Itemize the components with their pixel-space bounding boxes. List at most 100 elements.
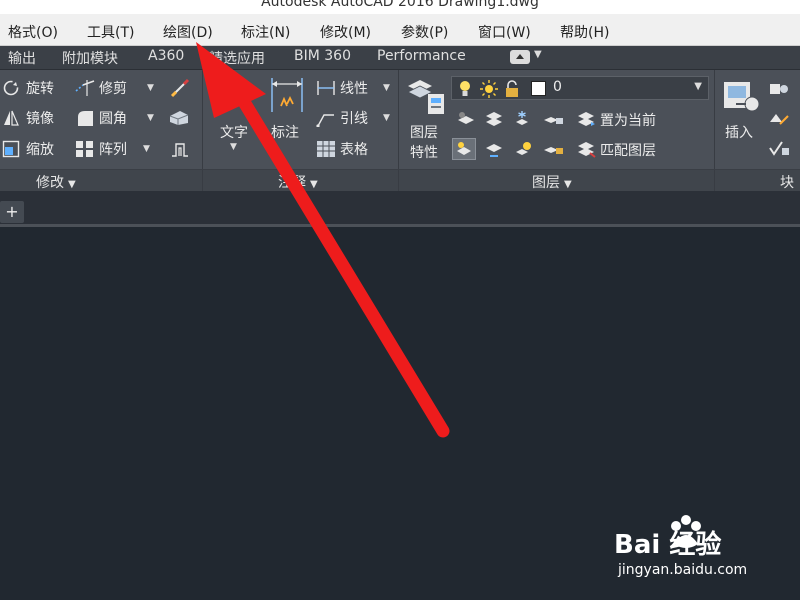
erase-brush-icon[interactable] (170, 78, 190, 98)
panel-separator (202, 170, 203, 192)
modify-panel-title[interactable]: 修改 ▼ (36, 172, 76, 192)
text-tool-label[interactable]: 文字 (220, 122, 248, 142)
chevron-down-icon: ▼ (68, 179, 76, 190)
lightbulb-icon (458, 80, 476, 98)
table-icon (316, 140, 335, 158)
window-title: Autodesk AutoCAD 2016 Drawing1.dwg (261, 0, 539, 10)
annotation-panel-title[interactable]: 注释 ▼ (278, 172, 318, 192)
edit-block-icon[interactable] (768, 110, 789, 128)
layer-walk-icon[interactable] (484, 140, 502, 158)
tab-addins[interactable]: 附加模块 (62, 48, 118, 68)
table-button[interactable]: 表格 (316, 137, 368, 161)
leader-label: 引线 (340, 111, 368, 127)
rotate-icon (2, 79, 20, 97)
layer-properties-label-line1[interactable]: 图层 (410, 122, 438, 142)
table-label: 表格 (340, 142, 368, 158)
layer-properties-icon[interactable] (406, 76, 446, 116)
block-panel-title[interactable]: 块 (780, 172, 794, 192)
scale-label: 缩放 (26, 142, 54, 158)
menu-modify[interactable]: 修改(M) (320, 22, 371, 42)
unlock-icon (504, 80, 522, 98)
mirror-button[interactable]: 镜像 (2, 106, 54, 130)
fillet-dropdown-caret[interactable]: ▼ (147, 113, 154, 123)
window-title-bar: Autodesk AutoCAD 2016 Drawing1.dwg (0, 0, 800, 14)
create-block-icon[interactable] (768, 80, 788, 98)
modify-panel-title-text: 修改 (36, 175, 64, 191)
scale-button[interactable]: 缩放 (2, 137, 54, 161)
layer-state-icon[interactable] (452, 138, 476, 160)
tab-bim360[interactable]: BIM 360 (294, 48, 351, 64)
trim-icon (75, 79, 95, 97)
layer-isolate-icon[interactable] (484, 110, 502, 128)
layers-panel-title[interactable]: 图层 ▼ (532, 172, 572, 192)
trim-dropdown-caret[interactable]: ▼ (147, 83, 154, 93)
set-current-button[interactable]: 置为当前 (600, 108, 656, 132)
chevron-down-icon: ▼ (564, 179, 572, 190)
baidu-jingyan-watermark: Bai 经验 jingyan.baidu.com (614, 510, 794, 590)
set-current-layer-icon[interactable] (576, 110, 595, 128)
linear-dim-button[interactable]: 线性 (316, 76, 368, 100)
watermark-brand: Bai 经验 (614, 530, 722, 560)
file-tab-strip: + (0, 191, 800, 227)
panel-separator (398, 170, 399, 192)
menu-format[interactable]: 格式(O) (8, 22, 58, 42)
tab-output[interactable]: 输出 (8, 48, 36, 68)
dimension-tool-label[interactable]: 标注 (271, 122, 299, 142)
layer-color-swatch (531, 81, 546, 96)
mirror-icon (2, 109, 20, 127)
chevron-down-icon[interactable]: ▼ (534, 49, 542, 60)
array-button[interactable]: 阵列 (75, 137, 127, 161)
edit-attributes-icon[interactable] (768, 140, 789, 158)
layer-off-icon[interactable] (456, 110, 474, 128)
menu-help[interactable]: 帮助(H) (560, 22, 609, 42)
menu-window[interactable]: 窗口(W) (478, 22, 531, 42)
dimension-icon[interactable] (270, 76, 304, 116)
menu-parametric[interactable]: 参数(P) (401, 22, 448, 42)
layer-freeze-icon[interactable] (512, 110, 530, 128)
leader-button[interactable]: 引线 (316, 106, 368, 130)
chevron-down-icon[interactable]: ▼ (694, 81, 702, 92)
box-3d-icon[interactable] (168, 108, 189, 126)
ribbon-panel-area: 旋转 修剪 ▼ 镜像 圆角 ▼ 缩放 阵列 ▼ 文字 ▼ 标注 线性 ▼ 引线 … (0, 70, 800, 192)
trim-label: 修剪 (99, 81, 127, 97)
layer-properties-label-line2[interactable]: 特性 (410, 142, 438, 162)
match-layer-icon[interactable] (576, 140, 596, 158)
tab-performance[interactable]: Performance (377, 48, 466, 64)
watermark-url: jingyan.baidu.com (618, 562, 748, 578)
mirror-label: 镜像 (26, 111, 54, 127)
tab-a360[interactable]: A360 (148, 48, 184, 64)
fillet-button[interactable]: 圆角 (75, 106, 127, 130)
ribbon-minimize-toggle[interactable] (510, 50, 530, 64)
menu-draw[interactable]: 绘图(D) (163, 22, 213, 42)
layers-panel-title-text: 图层 (532, 175, 560, 191)
menu-tools[interactable]: 工具(T) (87, 22, 134, 42)
scale-icon (2, 140, 20, 158)
linear-dropdown-caret[interactable]: ▼ (383, 83, 390, 93)
linear-dim-label: 线性 (340, 81, 368, 97)
annotation-panel-title-text: 注释 (278, 175, 306, 191)
match-layer-button[interactable]: 匹配图层 (600, 138, 656, 162)
leader-icon (316, 109, 334, 128)
insert-label[interactable]: 插入 (725, 122, 753, 142)
layer-lock-icon[interactable] (542, 110, 563, 128)
fillet-icon (75, 109, 93, 127)
layer-dropdown[interactable]: 0 ▼ (451, 76, 709, 100)
text-dropdown-caret[interactable]: ▼ (230, 142, 237, 152)
tab-featured-apps[interactable]: 精选应用 (209, 48, 265, 68)
array-label: 阵列 (99, 142, 127, 158)
rotate-button[interactable]: 旋转 (2, 76, 54, 100)
linear-dim-icon (316, 79, 335, 97)
menu-dimension[interactable]: 标注(N) (241, 22, 290, 42)
array-icon (75, 140, 93, 158)
leader-dropdown-caret[interactable]: ▼ (383, 113, 390, 123)
layer-thaw-icon[interactable] (512, 140, 531, 158)
layer-unlock-icon[interactable] (542, 140, 563, 158)
array-dropdown-caret[interactable]: ▼ (143, 144, 150, 154)
current-layer-name: 0 (553, 79, 562, 95)
panel-separator (714, 170, 715, 192)
new-drawing-tab[interactable]: + (0, 201, 24, 223)
offset-icon[interactable] (170, 140, 188, 158)
insert-block-icon[interactable] (722, 76, 762, 116)
trim-button[interactable]: 修剪 (75, 76, 127, 100)
chevron-down-icon: ▼ (310, 179, 318, 190)
